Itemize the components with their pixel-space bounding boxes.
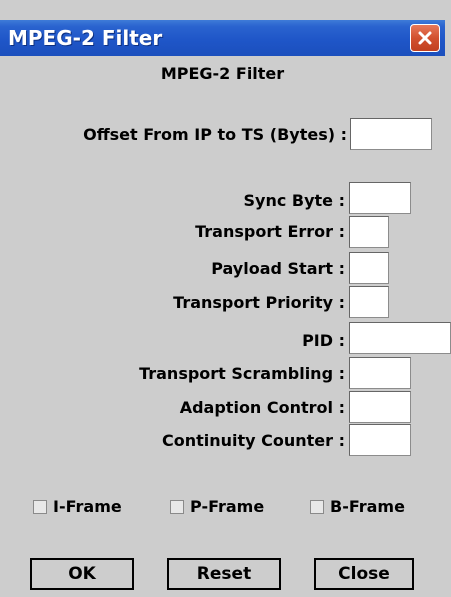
continuity-counter-input[interactable] <box>349 424 411 456</box>
p-frame-label: P-Frame <box>190 497 265 516</box>
offset-input[interactable] <box>350 118 432 150</box>
p-frame-checkbox[interactable] <box>170 500 184 514</box>
adaption-control-label: Adaption Control : <box>179 398 345 417</box>
close-button[interactable]: Close <box>314 558 414 590</box>
offset-label: Offset From IP to TS (Bytes) : <box>83 125 347 144</box>
payload-start-input[interactable] <box>349 252 389 284</box>
p-frame-option[interactable]: P-Frame <box>170 497 264 517</box>
transport-scrambling-input[interactable] <box>349 357 411 389</box>
sync-byte-label: Sync Byte : <box>243 191 346 210</box>
reset-button[interactable]: Reset <box>167 558 281 590</box>
transport-error-input[interactable] <box>349 216 389 248</box>
i-frame-option[interactable]: I-Frame <box>33 497 122 517</box>
b-frame-label: B-Frame <box>330 497 405 516</box>
form-heading: MPEG-2 Filter <box>160 64 285 83</box>
pid-input[interactable] <box>349 322 451 354</box>
sync-byte-input[interactable] <box>349 182 411 214</box>
pid-label: PID : <box>302 331 345 350</box>
transport-priority-label: Transport Priority : <box>173 293 345 312</box>
transport-scrambling-label: Transport Scrambling : <box>139 364 345 383</box>
ok-button[interactable]: OK <box>30 558 134 590</box>
adaption-control-input[interactable] <box>349 391 411 423</box>
window-title: MPEG-2 Filter <box>8 26 163 50</box>
i-frame-checkbox[interactable] <box>33 500 47 514</box>
title-bar[interactable]: MPEG-2 Filter <box>0 20 445 56</box>
close-window-button[interactable] <box>410 24 440 52</box>
close-x-icon <box>418 31 432 45</box>
transport-priority-input[interactable] <box>349 286 389 318</box>
continuity-counter-label: Continuity Counter : <box>161 431 345 450</box>
b-frame-option[interactable]: B-Frame <box>310 497 405 517</box>
transport-error-label: Transport Error : <box>195 222 345 241</box>
b-frame-checkbox[interactable] <box>310 500 324 514</box>
i-frame-label: I-Frame <box>53 497 122 516</box>
mpeg2-filter-dialog: MPEG-2 Filter MPEG-2 Filter Offset From … <box>0 0 451 597</box>
payload-start-label: Payload Start : <box>211 259 345 278</box>
